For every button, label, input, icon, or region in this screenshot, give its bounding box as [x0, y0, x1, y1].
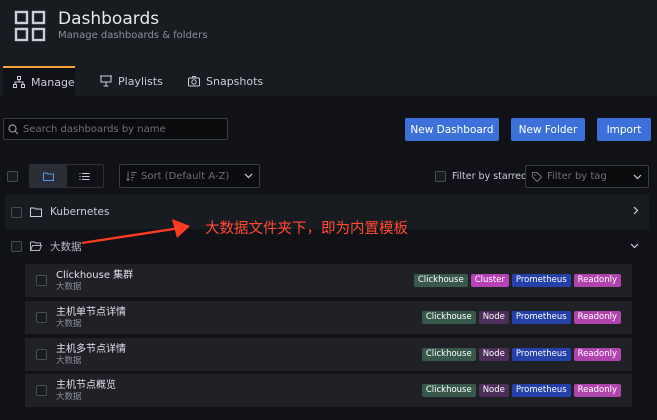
starred-label: Filter by starred	[452, 171, 528, 182]
dashboard-row[interactable]: Clickhouse 集群 大数据 Clickhouse Cluster Prometh…	[25, 264, 632, 297]
list-icon	[79, 172, 90, 180]
dashboard-row[interactable]: 主机节点概览 大数据 Clickhouse Node Prometheus Readonl…	[25, 374, 632, 407]
tag-list: Clickhouse Cluster Prometheus Readonly	[413, 274, 621, 287]
folder-checkbox[interactable]	[11, 240, 22, 252]
view-toggle	[29, 164, 104, 188]
tag-badge[interactable]: Prometheus	[511, 274, 571, 287]
new-folder-button[interactable]: New Folder	[511, 118, 585, 141]
tag-list: Clickhouse Node Prometheus Readonly	[421, 384, 621, 397]
dashboard-folder: 大数据	[56, 318, 82, 329]
tag-badge[interactable]: Node	[478, 384, 509, 397]
dashboards-grid-icon	[14, 10, 46, 42]
select-all-checkbox[interactable]	[7, 171, 18, 182]
tag-badge[interactable]: Prometheus	[511, 348, 571, 361]
tag-badge[interactable]: Node	[478, 348, 509, 361]
camera-icon	[188, 76, 200, 87]
tab-playlists-label: Playlists	[118, 74, 163, 88]
tag-badge[interactable]: Clickhouse	[421, 311, 476, 324]
folder-name: 大数据	[50, 240, 82, 253]
presentation-icon	[100, 75, 112, 87]
sort-select[interactable]: Sort (Default A-Z)	[119, 164, 260, 188]
dashboard-folder: 大数据	[56, 391, 82, 402]
tag-badge[interactable]: Readonly	[573, 311, 621, 324]
dashboard-folder: 大数据	[56, 355, 82, 366]
sitemap-icon	[13, 76, 25, 88]
annotation-arrow	[81, 219, 190, 245]
dashboard-checkbox[interactable]	[36, 312, 47, 323]
import-button[interactable]: Import	[597, 118, 651, 141]
dashboard-row[interactable]: 主机多节点详情 大数据 Clickhouse Node Prometheus Readon…	[25, 338, 632, 371]
dashboard-name[interactable]: 主机多节点详情	[56, 344, 126, 356]
tag-badge[interactable]: Prometheus	[511, 384, 571, 397]
tag-list: Clickhouse Node Prometheus Readonly	[421, 311, 621, 324]
folder-open-icon	[30, 241, 42, 251]
tab-manage[interactable]: Manage	[3, 66, 75, 96]
tag-list: Clickhouse Node Prometheus Readonly	[421, 348, 621, 361]
annotation-text: 大数据文件夹下，即为内置模板	[205, 221, 408, 237]
chevron-down-icon	[633, 174, 642, 179]
dashboard-row[interactable]: 主机单节点详情 大数据 Clickhouse Node Prometheus Readon…	[25, 301, 632, 334]
search-icon	[8, 123, 19, 134]
dashboard-text: 主机单节点详情 大数据	[56, 307, 126, 329]
tag-badge[interactable]: Clickhouse	[421, 384, 476, 397]
search-box[interactable]	[3, 118, 228, 140]
search-input[interactable]	[23, 123, 223, 135]
tag-badge[interactable]: Cluster	[470, 274, 509, 287]
tag-badge[interactable]: Readonly	[573, 274, 621, 287]
folder-icon	[30, 207, 42, 217]
dashboard-text: 主机多节点详情 大数据	[56, 344, 126, 366]
chevron-right-icon	[633, 206, 639, 215]
page-header: Dashboards Manage dashboards & folders M…	[0, 0, 657, 96]
folder-icon	[42, 171, 54, 181]
tab-playlists[interactable]: Playlists	[100, 66, 163, 96]
dashboard-name[interactable]: 主机单节点详情	[56, 307, 126, 319]
dashboard-folder: 大数据	[56, 281, 82, 292]
dashboard-checkbox[interactable]	[36, 385, 47, 396]
tab-snapshots-label: Snapshots	[206, 74, 264, 88]
tab-snapshots[interactable]: Snapshots	[188, 66, 263, 96]
dashboard-name[interactable]: Clickhouse 集群	[56, 270, 133, 282]
chevron-down-icon	[630, 243, 639, 249]
sort-icon	[126, 171, 137, 181]
dashboard-text: Clickhouse 集群 大数据	[56, 270, 133, 292]
tag-badge[interactable]: Prometheus	[511, 311, 571, 324]
tab-manage-label: Manage	[31, 75, 75, 89]
dashboard-text: 主机节点概览 大数据	[56, 380, 116, 402]
tab-bar: Manage Playlists Snapshots	[0, 66, 657, 96]
chevron-down-icon	[244, 173, 253, 179]
starred-checkbox[interactable]	[435, 171, 446, 182]
tag-filter[interactable]: Filter by tag	[525, 165, 649, 188]
new-dashboard-button[interactable]: New Dashboard	[405, 118, 499, 141]
list-view-button[interactable]	[67, 165, 104, 187]
dashboard-name[interactable]: 主机节点概览	[56, 380, 116, 392]
page-title: Dashboards	[58, 9, 160, 29]
tag-badge[interactable]: Readonly	[573, 384, 621, 397]
sort-placeholder: Sort (Default A-Z)	[141, 170, 230, 182]
page-subtitle: Manage dashboards & folders	[58, 30, 208, 41]
dashboard-checkbox[interactable]	[36, 349, 47, 360]
folder-view-button[interactable]	[30, 165, 67, 187]
filter-starred[interactable]: Filter by starred	[435, 171, 527, 182]
folder-checkbox[interactable]	[11, 206, 22, 218]
tag-badge[interactable]: Readonly	[573, 348, 621, 361]
tag-badge[interactable]: Node	[478, 311, 509, 324]
tag-badge[interactable]: Clickhouse	[413, 274, 468, 287]
dashboard-checkbox[interactable]	[36, 275, 47, 286]
tag-icon	[532, 171, 542, 182]
tag-badge[interactable]: Clickhouse	[421, 348, 476, 361]
tag-filter-placeholder: Filter by tag	[547, 171, 607, 182]
